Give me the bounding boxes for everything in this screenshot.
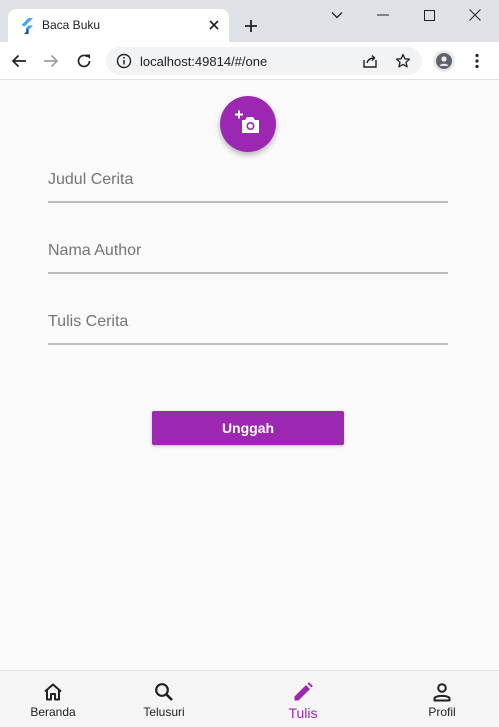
browser-titlebar: Baca Buku bbox=[0, 0, 499, 42]
nav-item-profil[interactable]: Profil bbox=[422, 671, 462, 727]
person-icon bbox=[431, 681, 453, 703]
story-title-field[interactable] bbox=[48, 153, 448, 203]
search-icon bbox=[153, 681, 175, 703]
share-icon[interactable] bbox=[362, 53, 378, 69]
bookmark-star-icon[interactable] bbox=[395, 53, 411, 69]
nav-item-tulis[interactable]: Tulis bbox=[283, 671, 323, 727]
new-tab-icon[interactable] bbox=[241, 16, 261, 36]
more-vert-icon[interactable] bbox=[468, 51, 486, 71]
story-text-input[interactable] bbox=[48, 295, 448, 343]
browser-tab[interactable]: Baca Buku bbox=[8, 9, 229, 42]
author-name-input[interactable] bbox=[48, 224, 448, 272]
upload-button[interactable]: Unggah bbox=[152, 411, 344, 445]
home-icon bbox=[42, 681, 64, 703]
url-text[interactable]: localhost:49814/#/one bbox=[140, 54, 267, 69]
nav-label: Beranda bbox=[30, 705, 76, 719]
flutter-icon bbox=[20, 18, 34, 34]
tab-title: Baca Buku bbox=[42, 18, 101, 32]
close-icon[interactable] bbox=[205, 16, 223, 34]
nav-label: Profil bbox=[428, 705, 456, 719]
browser-toolbar: localhost:49814/#/one bbox=[0, 42, 499, 80]
minimize-icon[interactable] bbox=[368, 4, 398, 26]
edit-icon bbox=[292, 681, 314, 703]
close-window-icon[interactable] bbox=[460, 4, 490, 26]
story-title-input[interactable] bbox=[48, 153, 448, 201]
profile-avatar-icon[interactable] bbox=[433, 50, 455, 72]
story-text-field[interactable] bbox=[48, 295, 448, 345]
bottom-navigation: Beranda Telusuri Tulis Profil bbox=[0, 670, 499, 727]
reload-icon[interactable] bbox=[74, 51, 94, 71]
nav-label-active: Tulis bbox=[288, 705, 318, 721]
nav-label: Telusuri bbox=[143, 705, 185, 719]
chevron-down-icon[interactable] bbox=[322, 4, 352, 26]
address-bar[interactable]: localhost:49814/#/one bbox=[106, 47, 422, 75]
add-a-photo-icon bbox=[235, 109, 261, 140]
add-photo-button[interactable] bbox=[220, 96, 276, 152]
forward-icon[interactable] bbox=[41, 51, 61, 71]
nav-item-beranda[interactable]: Beranda bbox=[28, 671, 78, 727]
back-icon[interactable] bbox=[9, 51, 29, 71]
author-name-field[interactable] bbox=[48, 224, 448, 274]
info-icon[interactable] bbox=[116, 53, 132, 69]
nav-item-telusuri[interactable]: Telusuri bbox=[140, 671, 188, 727]
maximize-icon[interactable] bbox=[414, 4, 444, 26]
